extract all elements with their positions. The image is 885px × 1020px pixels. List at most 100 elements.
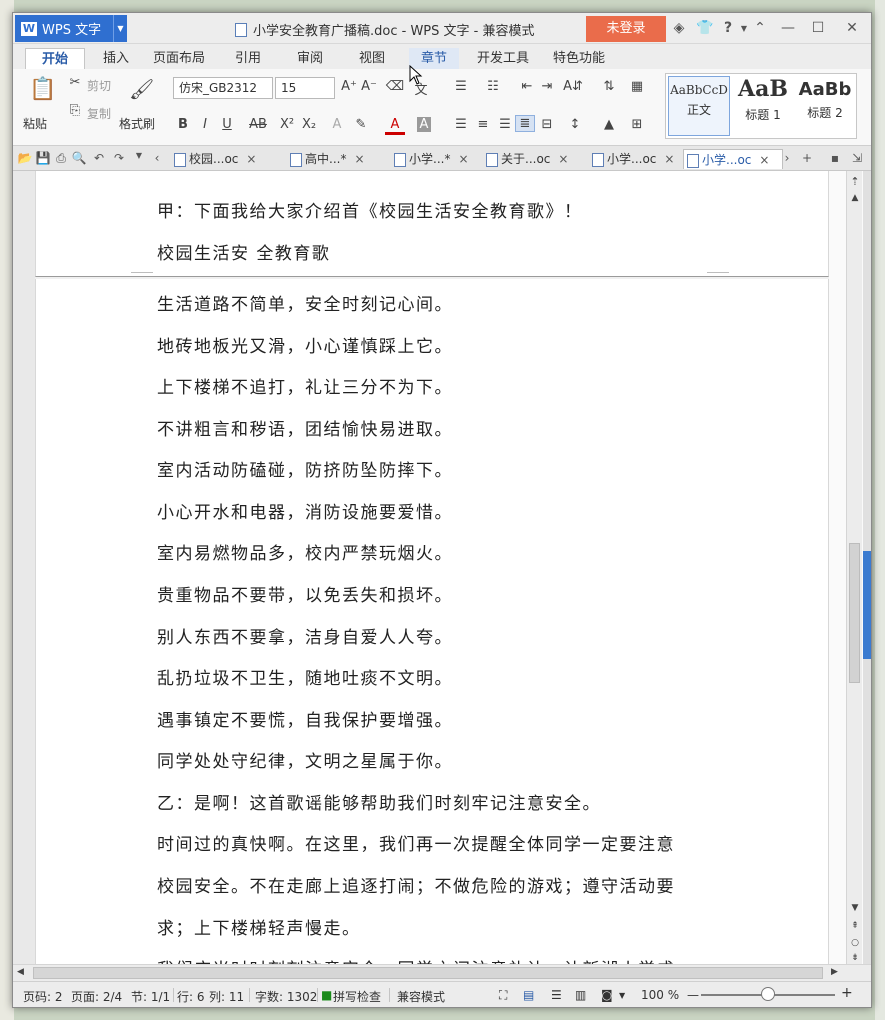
sort-icon[interactable]: ⇅ — [599, 79, 619, 94]
next-page-icon[interactable]: ⇟ — [847, 953, 863, 963]
doc-tab[interactable]: 校园...oc × — [171, 149, 256, 169]
page-area[interactable]: 甲：下面我给大家介绍首《校园生活安全教育歌》！ 校园生活安 全教育歌 生活道路不… — [35, 171, 829, 980]
text-direction-icon[interactable]: A⇵ — [563, 79, 583, 94]
maximize-icon[interactable]: ☐ — [809, 20, 827, 36]
zoom-in-icon[interactable]: + — [841, 985, 853, 1001]
increase-indent-icon[interactable]: ⇥ — [537, 79, 557, 94]
shading-icon[interactable]: ▲ — [599, 117, 619, 132]
distributed-icon[interactable]: ⊟ — [537, 117, 557, 132]
tab-review[interactable]: 审阅 — [285, 48, 335, 69]
zoom-out-icon[interactable]: — — [687, 988, 699, 1002]
doc-tab[interactable]: 小学...* × — [391, 149, 469, 169]
tab-menu-icon[interactable]: ⇲ — [849, 151, 865, 165]
doc-tab-close-icon[interactable]: × — [759, 153, 769, 167]
char-shading-icon[interactable]: A — [417, 117, 431, 132]
scroll-right-icon[interactable]: ▶ — [831, 967, 838, 977]
grow-font-icon[interactable]: A⁺ — [339, 79, 359, 94]
reading-mode-icon[interactable]: ◙ — [601, 988, 613, 1002]
page-1[interactable]: 甲：下面我给大家介绍首《校园生活安全教育歌》！ 校园生活安 全教育歌 — [35, 171, 829, 277]
scroll-down-icon[interactable]: ▼ — [847, 903, 863, 913]
bullets-icon[interactable]: ☰ — [451, 79, 471, 94]
italic-button[interactable]: I — [195, 117, 215, 132]
status-zoom[interactable]: 100 % — [641, 988, 679, 1002]
app-menu-button[interactable]: W WPS 文字 ▼ — [15, 15, 127, 42]
doc-tab[interactable]: 小学...oc × — [589, 149, 674, 169]
tab-insert[interactable]: 插入 — [91, 48, 141, 69]
web-view-icon[interactable]: ▥ — [575, 988, 586, 1002]
highlight-icon[interactable]: ✎ — [351, 117, 371, 132]
doc-tab[interactable]: 关于...oc × — [483, 149, 568, 169]
decrease-indent-icon[interactable]: ⇤ — [517, 79, 537, 94]
table-icon[interactable]: ▦ — [627, 79, 647, 94]
tab-list-icon[interactable]: ▪ — [827, 151, 843, 165]
zoom-slider-knob[interactable] — [761, 987, 775, 1001]
paste-button[interactable]: 📋 粘贴 — [21, 73, 61, 137]
vertical-scroll-thumb[interactable] — [849, 543, 860, 683]
font-name-select[interactable]: 仿宋_GB2312 — [173, 77, 273, 99]
shield-icon[interactable]: ◈ — [670, 20, 688, 36]
save-icon[interactable]: 💾 — [35, 151, 51, 165]
format-painter-button[interactable]: 🖌 格式刷 — [117, 73, 163, 137]
horizontal-scroll-thumb[interactable] — [33, 967, 823, 979]
restore-icon[interactable]: ⌃ — [751, 20, 769, 36]
outline-view-icon[interactable]: ☰ — [551, 988, 562, 1002]
app-menu-caret-icon[interactable]: ▼ — [113, 15, 127, 42]
undo-icon[interactable]: ↶ — [91, 151, 107, 165]
status-pages[interactable]: 页面: 2/4 — [71, 988, 122, 1005]
superscript-button[interactable]: X² — [277, 117, 297, 132]
scroll-top-icon[interactable]: ⇡ — [847, 175, 863, 188]
tab-features[interactable]: 特色功能 — [547, 48, 611, 69]
underline-button[interactable]: U — [217, 117, 237, 132]
tab-references[interactable]: 引用 — [223, 48, 273, 69]
doc-tab-close-icon[interactable]: × — [354, 152, 364, 166]
strikethrough-button[interactable]: AB — [245, 117, 271, 132]
close-icon[interactable]: ✕ — [843, 20, 861, 36]
copy-button[interactable]: ⎘ 复制 — [65, 103, 117, 123]
doc-tab-close-icon[interactable]: × — [558, 152, 568, 166]
scroll-up-icon[interactable]: ▲ — [847, 193, 863, 203]
view-menu-caret-icon[interactable]: ▼ — [619, 991, 625, 1000]
style-heading-1[interactable]: AaB 标题 1 — [732, 76, 794, 136]
style-normal[interactable]: AaBbCcD 正文 — [668, 76, 730, 136]
borders-icon[interactable]: ⊞ — [627, 117, 647, 132]
subscript-button[interactable]: X₂ — [299, 117, 319, 132]
status-word-count[interactable]: 字数: 1302 — [255, 988, 317, 1005]
minimize-icon[interactable]: — — [779, 20, 797, 36]
align-left-icon[interactable]: ☰ — [451, 117, 471, 132]
doc-tab-close-icon[interactable]: × — [246, 152, 256, 166]
page-2[interactable]: 生活道路不简单，安全时刻记心间。 地砖地板光又滑，小心谨慎踩上它。 上下楼梯不追… — [35, 279, 829, 980]
tab-view[interactable]: 视图 — [347, 48, 397, 69]
doc-tab-close-icon[interactable]: × — [458, 152, 468, 166]
login-button[interactable]: 未登录 — [586, 16, 666, 42]
align-right-icon[interactable]: ☰ — [495, 117, 515, 132]
page-view-icon[interactable]: ▤ — [523, 988, 534, 1002]
shrink-font-icon[interactable]: A⁻ — [359, 79, 379, 94]
redo-icon[interactable]: ↷ — [111, 151, 127, 165]
tab-scroll-right-icon[interactable]: › — [779, 151, 795, 165]
align-center-icon[interactable]: ≡ — [473, 117, 493, 132]
open-folder-icon[interactable]: 📂 — [17, 151, 33, 165]
print-icon[interactable]: ⎙ — [53, 151, 69, 166]
bold-button[interactable]: B — [173, 117, 193, 132]
doc-tab[interactable]: 高中...* × — [287, 149, 365, 169]
justify-icon[interactable]: ≣ — [515, 115, 535, 132]
previous-page-icon[interactable]: ⇞ — [847, 921, 863, 931]
line-spacing-icon[interactable]: ↕ — [565, 117, 585, 132]
horizontal-scrollbar[interactable]: ◀ ▶ — [13, 964, 871, 981]
tab-scroll-left-icon[interactable]: ‹ — [149, 151, 165, 165]
vertical-scrollbar[interactable]: ⇡ ▲ ▼ ⇞ ○ ⇟ — [846, 171, 862, 964]
status-page-code[interactable]: 页码: 2 — [23, 988, 63, 1005]
numbering-icon[interactable]: ☷ — [483, 79, 503, 94]
style-heading-2[interactable]: AaBb 标题 2 — [794, 76, 856, 136]
tab-page-layout[interactable]: 页面布局 — [147, 48, 211, 69]
shirt-icon[interactable]: 👕 — [696, 20, 714, 36]
new-tab-icon[interactable]: + — [799, 151, 815, 165]
quick-access-caret-icon[interactable]: ▼ — [131, 151, 147, 160]
scroll-left-icon[interactable]: ◀ — [17, 967, 24, 977]
font-color-button[interactable]: A — [385, 117, 405, 135]
tab-home[interactable]: 开始 — [25, 48, 85, 69]
browse-object-icon[interactable]: ○ — [847, 938, 863, 948]
font-size-select[interactable]: 15 — [275, 77, 335, 99]
print-preview-icon[interactable]: 🔍 — [71, 151, 87, 165]
fullscreen-view-icon[interactable]: ⛶ — [499, 988, 507, 1003]
